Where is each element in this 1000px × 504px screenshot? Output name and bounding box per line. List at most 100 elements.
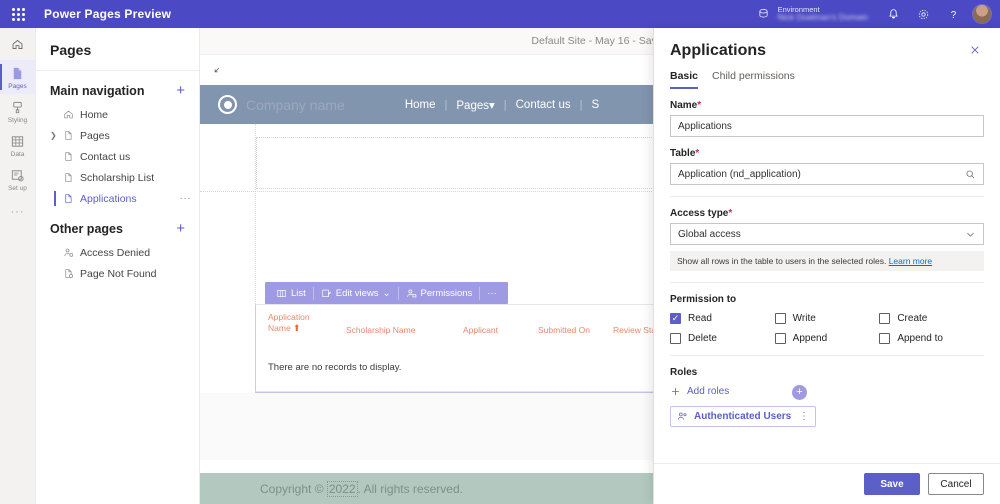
sidebar-item-page-not-found[interactable]: Page Not Found bbox=[36, 263, 199, 284]
sidebar-item-label: Contact us bbox=[80, 151, 130, 163]
sidebar-item-scholarship-list[interactable]: Scholarship List bbox=[36, 167, 199, 188]
checkbox-label: Create bbox=[897, 313, 927, 324]
rail-more-button[interactable]: ··· bbox=[11, 206, 25, 218]
main-navigation-header: Main navigation + bbox=[36, 71, 199, 104]
panel-footer: Save Cancel bbox=[654, 463, 1000, 504]
checkbox-write[interactable]: Write bbox=[775, 313, 880, 324]
rail-label-pages: Pages bbox=[8, 83, 26, 90]
list-toolbar-more-button[interactable]: ··· bbox=[480, 288, 504, 299]
site-nav-pages[interactable]: Pages▾ bbox=[456, 98, 494, 112]
sidebar-item-home[interactable]: Home bbox=[36, 104, 199, 125]
footer-year[interactable]: 2022 bbox=[327, 481, 358, 497]
name-field-label: Name* bbox=[670, 100, 984, 111]
page-icon bbox=[62, 151, 75, 162]
pages-icon bbox=[10, 66, 25, 81]
checkbox-delete[interactable]: Delete bbox=[670, 333, 775, 344]
home-icon[interactable] bbox=[0, 28, 36, 60]
tab-basic[interactable]: Basic bbox=[670, 70, 698, 89]
environment-icon bbox=[755, 5, 773, 23]
panel-body: Name* Applications Table* Application (n… bbox=[654, 89, 1000, 463]
checkbox-read[interactable]: ✓ Read bbox=[670, 313, 775, 324]
sidebar-item-label: Applications bbox=[80, 193, 137, 205]
site-nav-contact-us[interactable]: Contact us bbox=[516, 99, 571, 111]
question-icon[interactable]: ? bbox=[938, 0, 968, 28]
sidebar-item-more-button[interactable]: ··· bbox=[180, 193, 192, 204]
chevron-down-icon[interactable] bbox=[965, 229, 976, 240]
checkbox-box bbox=[879, 313, 890, 324]
rail-label-data: Data bbox=[11, 151, 25, 158]
tab-child-permissions[interactable]: Child permissions bbox=[712, 70, 795, 89]
access-type-select[interactable]: Global access bbox=[670, 223, 984, 245]
environment-selector[interactable]: Environment Nick Doelman's Domain bbox=[755, 5, 868, 23]
site-nav-scholarships[interactable]: S bbox=[591, 99, 599, 111]
column-header-applicant[interactable]: Applicant bbox=[463, 312, 538, 336]
add-section-button[interactable]: + bbox=[792, 385, 807, 400]
main-navigation-title: Main navigation bbox=[50, 84, 144, 98]
permissions-button[interactable]: Permissions bbox=[399, 288, 480, 299]
app-launcher-icon[interactable] bbox=[0, 0, 36, 28]
rail-item-data[interactable]: Data bbox=[0, 128, 36, 162]
circle-logo-icon bbox=[218, 95, 237, 114]
required-marker: * bbox=[695, 148, 699, 159]
column-header-scholarship-name[interactable]: Scholarship Name bbox=[346, 312, 463, 336]
bell-icon[interactable] bbox=[878, 0, 908, 28]
chevron-right-icon[interactable]: ❯ bbox=[50, 131, 57, 140]
table-input-value: Application (nd_application) bbox=[678, 169, 801, 180]
learn-more-link[interactable]: Learn more bbox=[889, 256, 932, 266]
page-not-found-icon bbox=[62, 268, 75, 279]
list-button[interactable]: List bbox=[269, 288, 313, 299]
close-icon[interactable] bbox=[966, 42, 984, 58]
table-lookup-input[interactable]: Application (nd_application) bbox=[670, 163, 984, 185]
cancel-button[interactable]: Cancel bbox=[928, 473, 984, 495]
column-header-submitted-on[interactable]: Submitted On bbox=[538, 312, 613, 336]
rail-item-pages[interactable]: Pages bbox=[0, 60, 36, 94]
column-header-application-name[interactable]: ApplicationName ⬆ bbox=[268, 312, 346, 336]
checkbox-box bbox=[879, 333, 890, 344]
name-input-value: Applications bbox=[678, 121, 732, 132]
name-field-group: Name* Applications bbox=[670, 100, 984, 137]
access-type-label: Access type* bbox=[670, 208, 984, 219]
expand-diagonal-icon[interactable] bbox=[206, 59, 228, 81]
company-name: Company name bbox=[246, 97, 345, 113]
nav-separator: | bbox=[580, 99, 583, 111]
sidebar-item-access-denied[interactable]: Access Denied bbox=[36, 242, 199, 263]
role-chip-more-button[interactable]: ⋮ bbox=[799, 411, 809, 422]
checkbox-box bbox=[775, 333, 786, 344]
access-denied-icon bbox=[62, 247, 75, 258]
add-other-page-button[interactable]: + bbox=[174, 221, 187, 236]
other-pages-header: Other pages + bbox=[36, 209, 199, 242]
role-chip-authenticated-users[interactable]: Authenticated Users ⋮ bbox=[670, 406, 816, 427]
access-type-value: Global access bbox=[678, 229, 741, 240]
user-avatar[interactable] bbox=[972, 4, 992, 24]
edit-views-button[interactable]: Edit views ⌄ bbox=[314, 288, 398, 299]
required-marker: * bbox=[728, 208, 732, 219]
add-roles-button[interactable]: Add roles bbox=[670, 386, 984, 397]
access-hint-text: Show all rows in the table to users in t… bbox=[677, 256, 886, 266]
gear-icon[interactable] bbox=[908, 0, 938, 28]
rail-label-setup: Set up bbox=[8, 185, 27, 192]
add-roles-label: Add roles bbox=[687, 386, 729, 397]
save-button[interactable]: Save bbox=[864, 473, 920, 495]
checkbox-append[interactable]: Append bbox=[775, 333, 880, 344]
roles-people-icon bbox=[677, 411, 688, 422]
rail-item-setup[interactable]: Set up bbox=[0, 162, 36, 196]
sidebar-item-pages[interactable]: ❯ Pages bbox=[36, 125, 199, 146]
rail-item-styling[interactable]: Styling bbox=[0, 94, 36, 128]
checkbox-label: Append to bbox=[897, 333, 943, 344]
data-table-icon bbox=[10, 134, 25, 149]
sidebar-item-contact-us[interactable]: Contact us bbox=[36, 146, 199, 167]
site-nav-home[interactable]: Home bbox=[405, 99, 436, 111]
name-input[interactable]: Applications bbox=[670, 115, 984, 137]
search-icon[interactable] bbox=[965, 169, 976, 180]
checkbox-append-to[interactable]: Append to bbox=[879, 333, 984, 344]
page-icon bbox=[62, 172, 75, 183]
checkbox-label: Write bbox=[793, 313, 816, 324]
sidebar-item-label: Pages bbox=[80, 130, 110, 142]
svg-text:?: ? bbox=[950, 9, 956, 20]
access-type-field-group: Access type* Global access Show all rows… bbox=[670, 208, 984, 271]
add-main-navigation-page-button[interactable]: + bbox=[174, 83, 187, 98]
checkbox-create[interactable]: Create bbox=[879, 313, 984, 324]
sidebar-item-applications[interactable]: Applications ··· bbox=[36, 188, 199, 209]
panel-header: Applications bbox=[654, 28, 1000, 60]
pages-panel: Pages Main navigation + Home ❯ Pages Con… bbox=[36, 28, 200, 504]
